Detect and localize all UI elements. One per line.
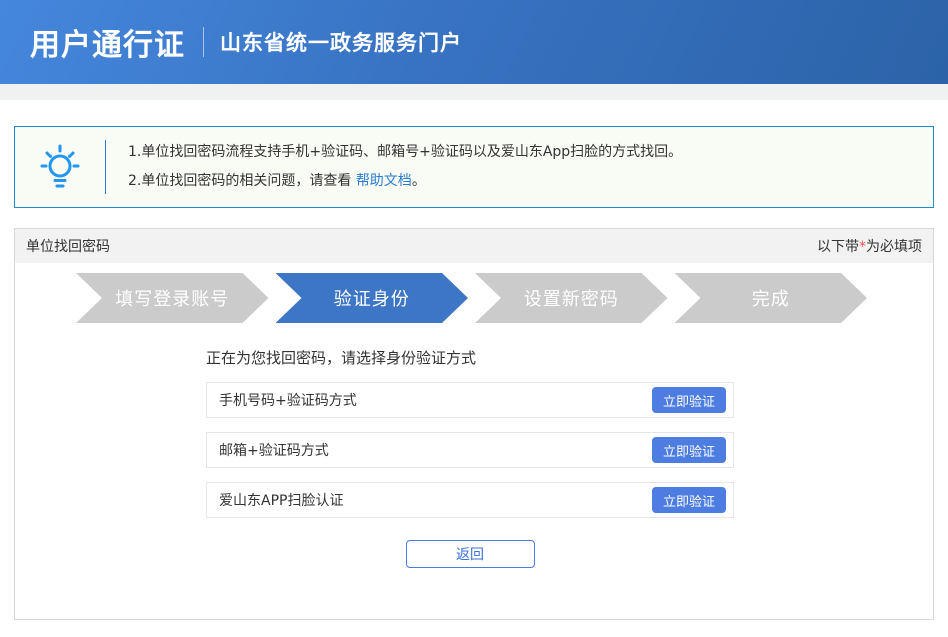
content-column: 正在为您找回密码，请选择身份验证方式 手机号码+验证码方式 立即验证 邮箱+验证… <box>206 347 734 568</box>
option-label-email: 邮箱+验证码方式 <box>219 440 329 460</box>
notice-box: 1.单位找回密码流程支持手机+验证码、邮箱号+验证码以及爱山东App扫脸的方式找… <box>14 126 934 208</box>
verify-now-button-app-face-scan[interactable]: 立即验证 <box>652 487 726 513</box>
step-complete: 完成 <box>675 273 868 323</box>
verify-now-button-phone[interactable]: 立即验证 <box>652 387 726 413</box>
option-label-phone: 手机号码+验证码方式 <box>219 390 357 410</box>
back-button[interactable]: 返回 <box>406 540 535 568</box>
tip-lightbulb-icon <box>15 142 105 192</box>
instruction-text: 正在为您找回密码，请选择身份验证方式 <box>206 347 734 368</box>
portal-title: 山东省统一政务服务门户 <box>220 27 462 57</box>
header-divider <box>203 27 204 57</box>
required-asterisk: * <box>859 239 866 255</box>
notice-line-1: 1.单位找回密码流程支持手机+验证码、邮箱号+验证码以及爱山东App扫脸的方式找… <box>128 138 682 167</box>
help-doc-link[interactable]: 帮助文档 <box>356 173 412 189</box>
back-button-wrap: 返回 <box>206 540 734 568</box>
step-set-new-password: 设置新密码 <box>475 273 668 323</box>
option-row-email: 邮箱+验证码方式 立即验证 <box>206 432 734 468</box>
required-note: 以下带*为必填项 <box>817 236 922 256</box>
panel-title: 单位找回密码 <box>26 236 110 256</box>
required-note-prefix: 以下带 <box>817 239 859 255</box>
header-banner: 用户通行证 山东省统一政务服务门户 <box>0 0 948 84</box>
required-note-suffix: 为必填项 <box>866 239 922 255</box>
notice-line-2-text: 2.单位找回密码的相关问题，请查看 <box>128 173 356 189</box>
notice-line-2: 2.单位找回密码的相关问题，请查看 帮助文档。 <box>128 167 682 196</box>
brand-title: 用户通行证 <box>30 20 185 64</box>
notice-text: 1.单位找回密码流程支持手机+验证码、邮箱号+验证码以及爱山东App扫脸的方式找… <box>106 138 682 196</box>
header-bottom-strip <box>0 84 948 100</box>
recover-password-panel: 单位找回密码 以下带*为必填项 填写登录账号 验证身份 设置新密码 完成 正在为… <box>14 228 934 620</box>
panel-titlebar: 单位找回密码 以下带*为必填项 <box>15 229 933 263</box>
option-row-phone: 手机号码+验证码方式 立即验证 <box>206 382 734 418</box>
step-fill-account: 填写登录账号 <box>76 273 269 323</box>
step-progress-bar: 填写登录账号 验证身份 设置新密码 完成 <box>76 273 867 323</box>
verify-now-button-email[interactable]: 立即验证 <box>652 437 726 463</box>
option-row-app-face-scan: 爱山东APP扫脸认证 立即验证 <box>206 482 734 518</box>
step-verify-identity: 验证身份 <box>276 273 469 323</box>
notice-line-2-suffix: 。 <box>412 173 426 189</box>
option-label-app-face-scan: 爱山东APP扫脸认证 <box>219 490 343 510</box>
